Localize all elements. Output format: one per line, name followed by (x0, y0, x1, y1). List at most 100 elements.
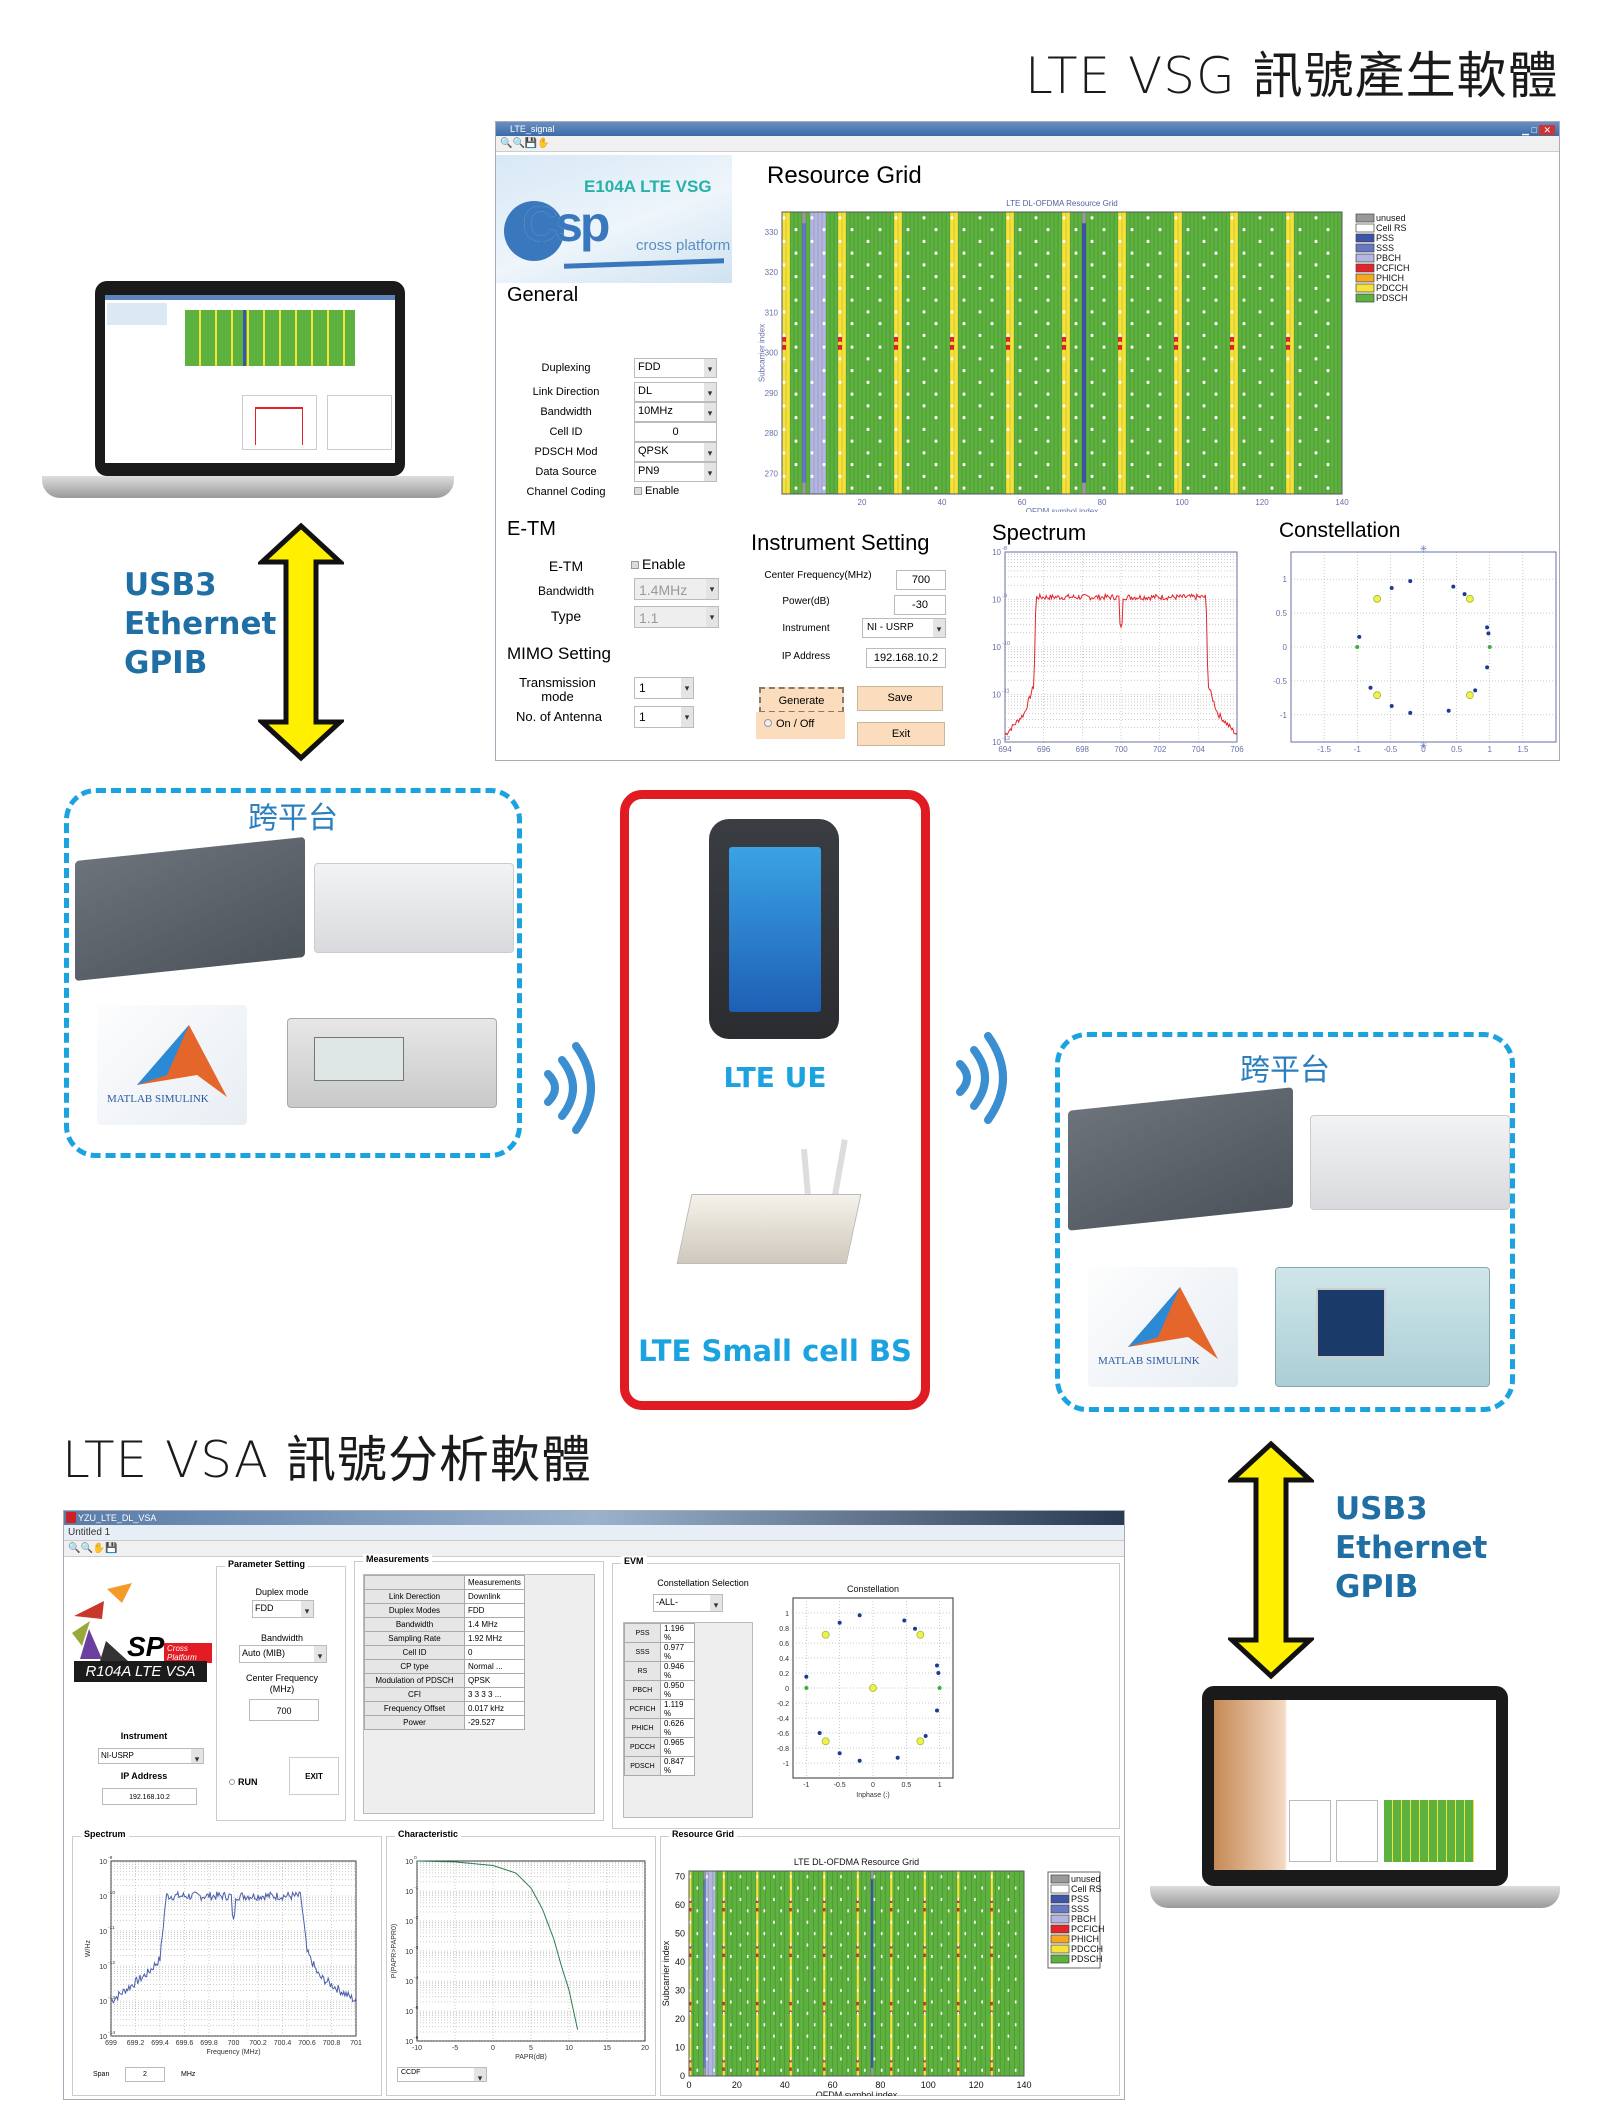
pcfich-cell (756, 1953, 759, 1957)
exit-button[interactable]: EXIT (289, 1757, 339, 1795)
zoom-in-icon[interactable]: 🔍 (68, 1543, 80, 1554)
cell-rs-dot (914, 2046, 916, 2050)
generate-button[interactable]: Generate (759, 687, 844, 713)
maximize-icon[interactable]: □ (1532, 125, 1537, 135)
close-icon[interactable]: ✕ (1539, 125, 1555, 135)
cell-rs-dot (797, 1886, 799, 1890)
cell-rs-dot (878, 416, 882, 420)
cell-rs-dot (1062, 333, 1066, 337)
transmission-mode-dropdown[interactable]: 1 (634, 677, 694, 699)
etm-type-dropdown[interactable]: 1.1 (634, 606, 719, 628)
y-tick-label: 0 (680, 2071, 685, 2081)
save-button[interactable]: Save (857, 686, 943, 711)
cell-rs-dot (746, 1886, 749, 1890)
center-frequency-input[interactable]: 700 (896, 570, 946, 590)
cell-rs-dot (914, 1932, 916, 1936)
power-input[interactable]: -30 (894, 595, 946, 615)
field-dropdown[interactable]: QPSK (634, 442, 717, 462)
cell-rs-dot (964, 1886, 967, 1890)
zoom-out-icon[interactable]: 🔍 (512, 138, 524, 149)
instrument-dropdown[interactable]: NI-USRP (98, 1748, 204, 1764)
pan-icon[interactable]: ✋ (93, 1543, 105, 1554)
cell-rs-dot (746, 1954, 749, 1958)
y-tick-label: 270 (765, 470, 779, 479)
cell-rs-dot (763, 2000, 766, 2004)
exit-button[interactable]: Exit (857, 722, 945, 746)
cell-rs-dot (1186, 251, 1190, 255)
on-off-toggle[interactable]: On / Off (756, 712, 845, 739)
constellation-point (895, 1755, 900, 1760)
field-dropdown[interactable]: 10MHz (634, 402, 717, 422)
x-tick-label: 140 (1335, 498, 1349, 507)
ip-address-input[interactable]: 192.168.10.2 (866, 648, 946, 668)
cell-rs-dot (922, 380, 926, 384)
channel-coding-checkbox[interactable]: Enable (634, 485, 679, 497)
cell-rs-dot (739, 1943, 742, 1947)
field-dropdown[interactable]: PN9 (634, 462, 717, 482)
etm-enable-checkbox[interactable]: Enable (631, 556, 686, 572)
cell-rs-dot (873, 2034, 876, 2038)
pan-icon[interactable]: ✋ (537, 138, 549, 149)
document-tab[interactable]: Untitled 1 (64, 1525, 1124, 1541)
y-tick-exponent: -11 (1002, 689, 1010, 695)
cell-rs-dot (1102, 298, 1106, 302)
etm-bandwidth-dropdown[interactable]: 1.4MHz (634, 578, 719, 600)
legend-swatch (1355, 253, 1375, 263)
cell-rs-dot (981, 1954, 983, 1958)
save-icon[interactable]: 💾 (105, 1543, 117, 1554)
field-label: Channel Coding (526, 486, 606, 498)
pbch-column (712, 1871, 716, 2076)
field-dropdown[interactable]: DL (634, 382, 717, 402)
x-tick-label: 15 (603, 2045, 611, 2052)
cell-rs-dot (1074, 416, 1078, 420)
cell-rs-dot (1174, 263, 1178, 267)
instrument-dropdown[interactable]: NI - USRP (862, 618, 946, 638)
cell-rs-dot (1146, 404, 1150, 408)
zoom-out-icon[interactable]: 🔍 (80, 1543, 92, 1554)
cell-rs-dot (1258, 451, 1262, 455)
minimize-icon[interactable]: ▁ (1522, 125, 1529, 135)
x-tick-label: 80 (1098, 498, 1107, 507)
ip-address-input[interactable]: 192.168.10.2 (102, 1788, 197, 1805)
legend-swatch (1050, 1934, 1070, 1944)
cell-rs-dot (1158, 369, 1162, 373)
cell-rs-dot (880, 2023, 883, 2027)
cell-rs-dot (878, 275, 882, 279)
y-tick-label: -0.2 (777, 1701, 789, 1708)
vsa-window: YZU_LTE_DL_VSA Untitled 1 🔍🔍✋💾 SP Cross … (63, 1510, 1125, 2100)
field-dropdown[interactable]: FDD (634, 358, 717, 378)
measurement-row: Link Derection Downlink (364, 1589, 525, 1604)
cell-rs-dot (696, 1954, 699, 1958)
vsa-resource-grid-chart: LTE DL-OFDMA Resource Grid0 20 40 60 80 100 12… (661, 1857, 1104, 2096)
bandwidth-dropdown[interactable]: Auto (MIB) (239, 1645, 327, 1663)
cell-rs-dot (1018, 228, 1022, 232)
x-tick-label: 40 (780, 2080, 790, 2090)
cell-rs-dot (794, 463, 798, 467)
cell-rs-dot (978, 286, 982, 290)
cell-rs-dot (730, 2068, 732, 2072)
zoom-in-icon[interactable]: 🔍 (500, 138, 512, 149)
vsa-toolbar: 🔍🔍✋💾 (64, 1541, 1124, 1557)
cell-rs-dot (864, 2000, 866, 2004)
cell-rs-dot (756, 2011, 759, 2015)
pcfich-cell (756, 2067, 759, 2071)
cell-rs-dot (696, 2000, 699, 2004)
field-input[interactable]: 0 (634, 422, 717, 442)
run-toggle[interactable]: RUN (229, 1777, 258, 1787)
cell-rs-dot (838, 404, 842, 408)
center-frequency-input[interactable]: 700 (249, 1699, 319, 1721)
cell-rs-dot (934, 298, 938, 302)
characteristic-type-dropdown[interactable]: CCDF (397, 2067, 487, 2082)
cell-rs-dot (998, 1909, 1000, 1913)
constellation-selection-dropdown[interactable]: -ALL- (653, 1594, 723, 1612)
duplex-mode-dropdown[interactable]: FDD (252, 1600, 314, 1618)
cell-rs-dot (1186, 322, 1190, 326)
cell-rs-dot (1286, 216, 1290, 220)
span-input[interactable]: 2 (125, 2067, 165, 2082)
cell-rs-dot (822, 439, 826, 443)
cell-rs-dot (906, 416, 910, 420)
antenna-count-dropdown[interactable]: 1 (634, 706, 694, 728)
parameter-setting-group: Parameter Setting Duplex mode FDD Bandwi… (216, 1559, 346, 1821)
cell-rs-dot (890, 1966, 893, 1970)
save-icon[interactable]: 💾 (525, 138, 537, 149)
